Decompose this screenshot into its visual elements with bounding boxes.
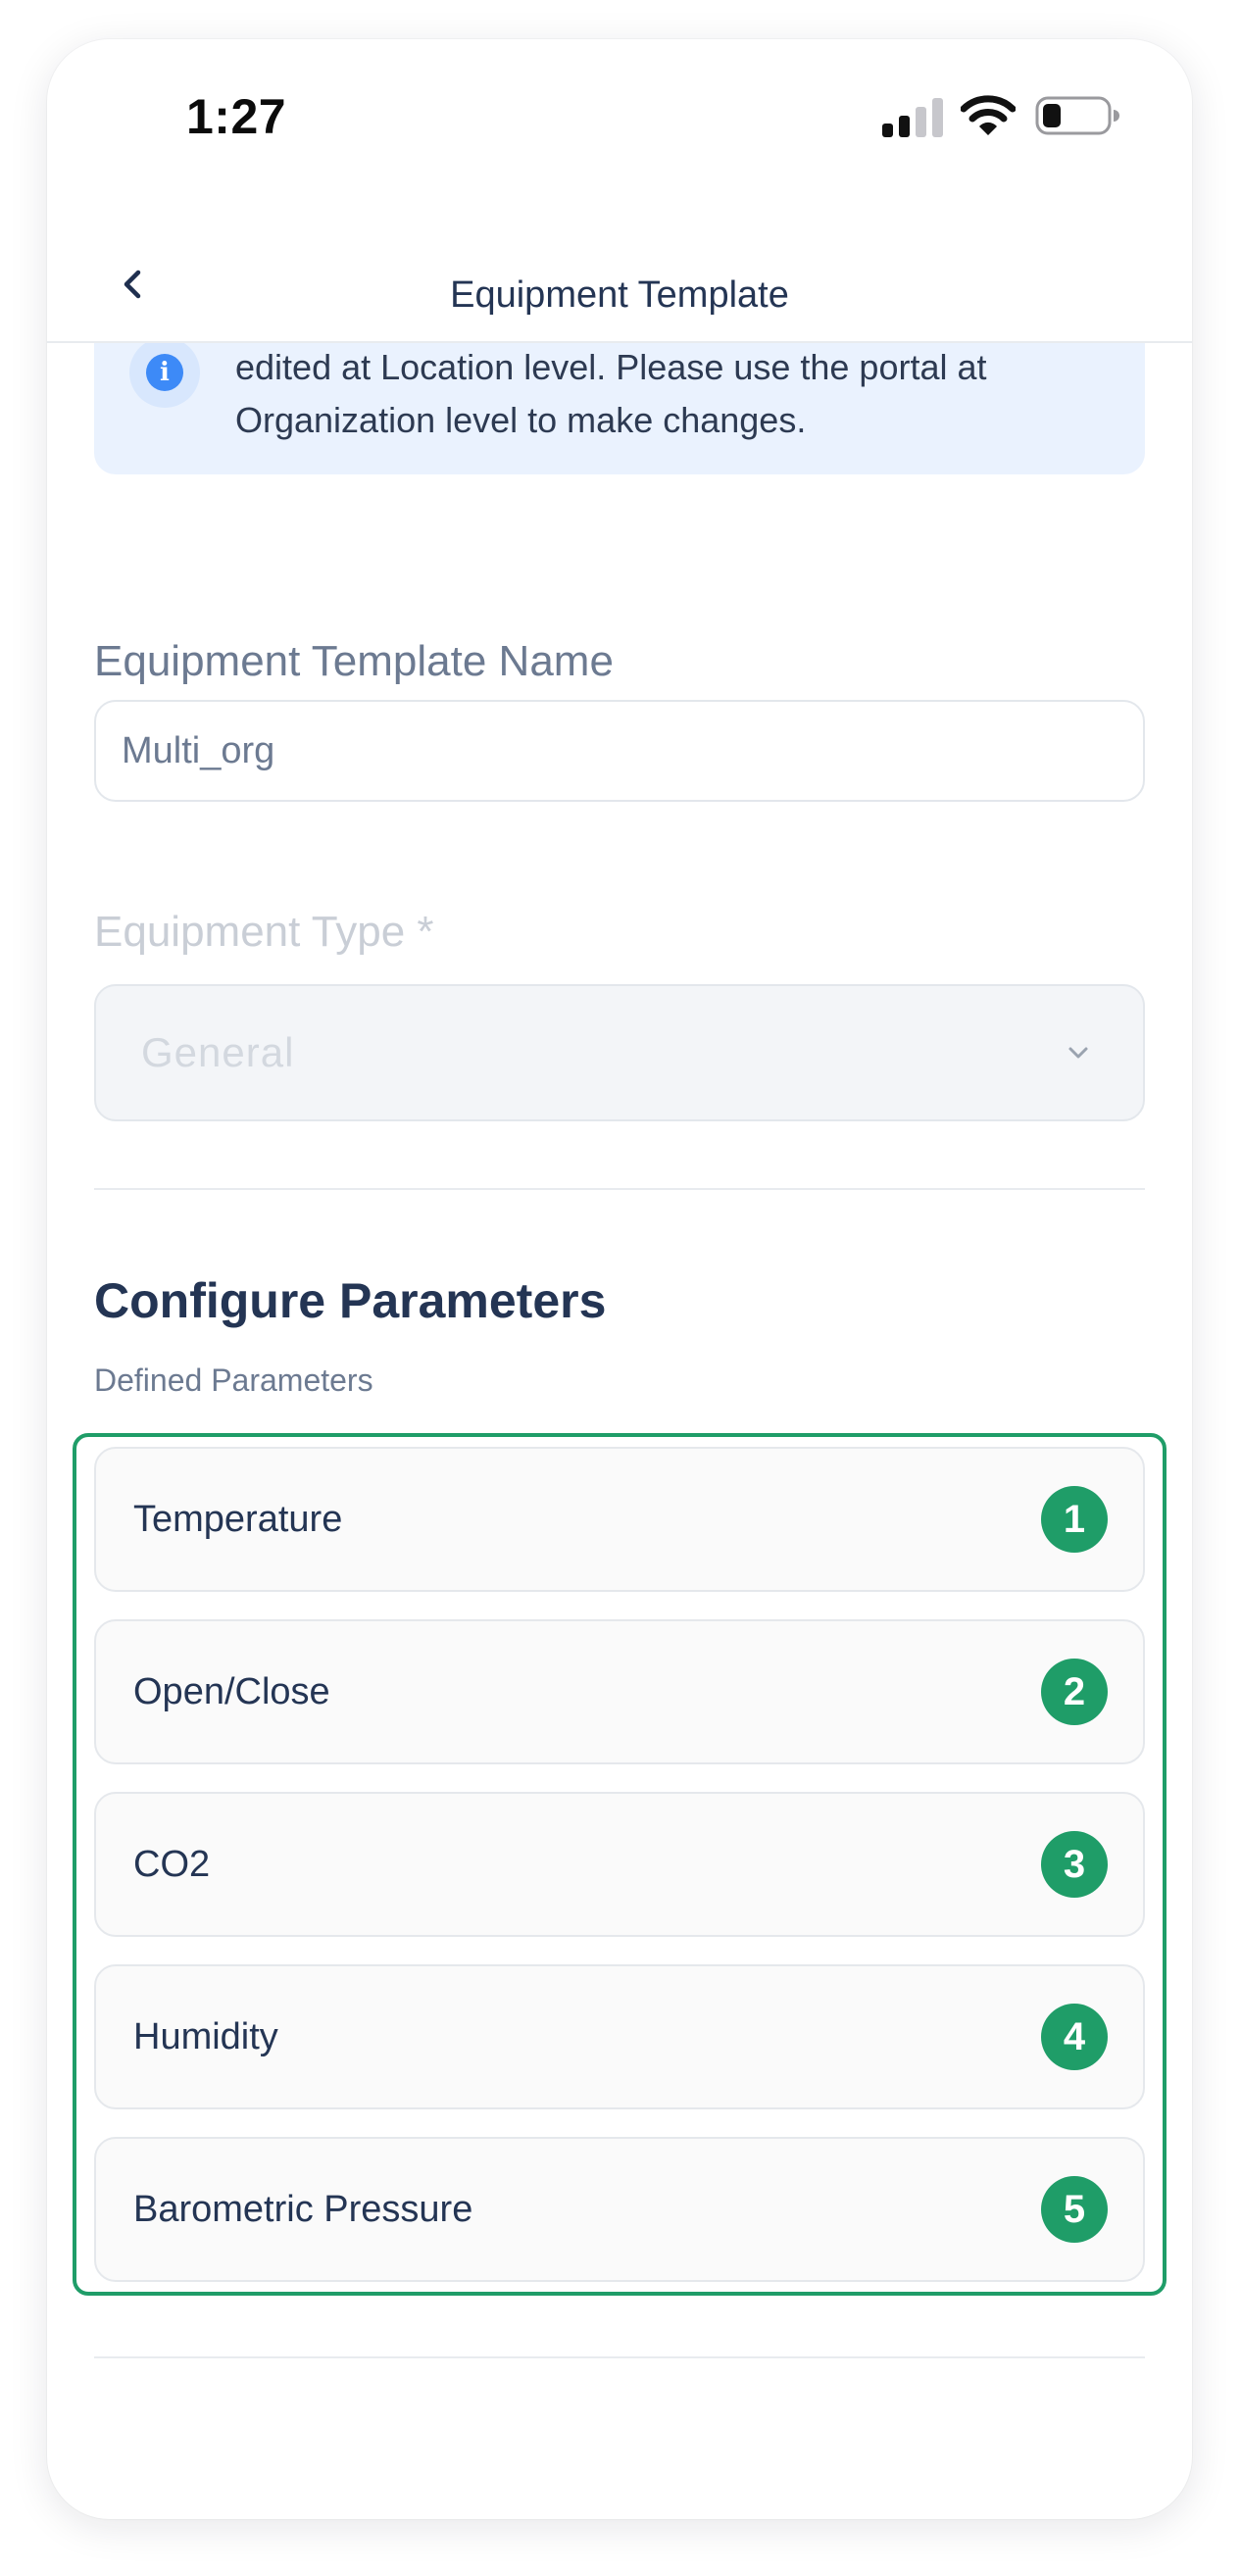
template-name-value: Multi_org bbox=[122, 729, 275, 771]
parameter-order-badge: 3 bbox=[1041, 1831, 1108, 1898]
page-title: Equipment Template bbox=[450, 274, 789, 316]
parameter-order-badge: 5 bbox=[1041, 2176, 1108, 2243]
bottom-divider bbox=[94, 2356, 1145, 2358]
equipment-type-select: General bbox=[94, 984, 1145, 1121]
info-message-line-1: edited at Location level. Please use the… bbox=[235, 347, 987, 387]
parameter-label: CO2 bbox=[133, 1843, 211, 1885]
section-divider bbox=[94, 1188, 1145, 1190]
info-message: edited at Location level. Please use the… bbox=[235, 343, 1117, 447]
info-message-line-2: Organization level to make changes. bbox=[235, 400, 807, 440]
parameter-order-badge: 4 bbox=[1041, 2004, 1108, 2070]
phone-frame: 1:27 Equipment Template i edited at Loca… bbox=[47, 39, 1192, 2519]
template-name-field[interactable]: Multi_org bbox=[94, 700, 1145, 802]
parameter-item[interactable]: Temperature 1 bbox=[94, 1447, 1145, 1592]
parameter-item[interactable]: Barometric Pressure 5 bbox=[94, 2137, 1145, 2282]
wifi-icon bbox=[961, 95, 1016, 135]
parameter-list: Temperature 1 Open/Close 2 CO2 3 Humidit… bbox=[73, 1433, 1167, 2296]
cellular-signal-icon bbox=[882, 98, 943, 137]
configure-parameters-heading: Configure Parameters bbox=[94, 1273, 607, 1328]
parameter-label: Temperature bbox=[133, 1498, 343, 1540]
parameter-item[interactable]: Open/Close 2 bbox=[94, 1619, 1145, 1764]
nav-bar: Equipment Template bbox=[47, 206, 1192, 343]
chevron-down-icon bbox=[1068, 1047, 1088, 1059]
info-icon: i bbox=[146, 354, 183, 391]
scroll-content[interactable]: i edited at Location level. Please use t… bbox=[47, 343, 1192, 2519]
defined-parameters-label: Defined Parameters bbox=[94, 1362, 373, 1398]
equipment-type-label: Equipment Type * bbox=[94, 908, 434, 956]
template-name-label: Equipment Template Name bbox=[94, 637, 614, 685]
parameter-label: Open/Close bbox=[133, 1670, 330, 1712]
parameter-order-badge: 2 bbox=[1041, 1659, 1108, 1725]
info-banner: i edited at Location level. Please use t… bbox=[94, 343, 1145, 474]
parameter-label: Humidity bbox=[133, 2015, 278, 2057]
equipment-type-value: General bbox=[141, 1029, 295, 1075]
parameter-item[interactable]: CO2 3 bbox=[94, 1792, 1145, 1937]
battery-icon bbox=[1035, 96, 1119, 135]
status-bar: 1:27 bbox=[47, 39, 1192, 186]
parameter-order-badge: 1 bbox=[1041, 1486, 1108, 1553]
parameter-item[interactable]: Humidity 4 bbox=[94, 1964, 1145, 2109]
parameter-label: Barometric Pressure bbox=[133, 2188, 473, 2230]
status-time: 1:27 bbox=[186, 89, 287, 144]
info-icon-container: i bbox=[129, 343, 200, 408]
